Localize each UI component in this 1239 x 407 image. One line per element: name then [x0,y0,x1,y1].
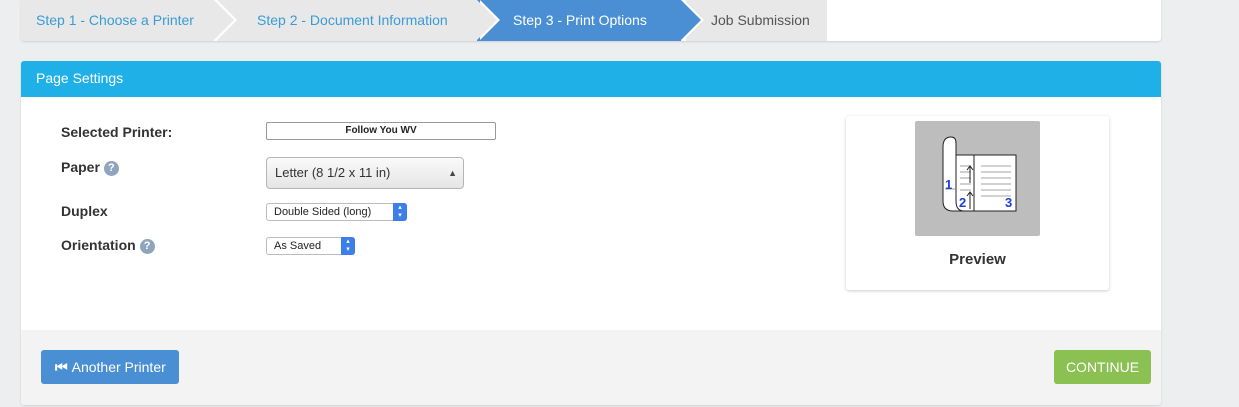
page-number-1: 1 [945,177,952,192]
step-print-options[interactable]: Step 3 - Print Options [477,0,704,41]
booklet-preview-icon: 1 2 3 [942,136,1017,212]
preview-label: Preview [949,251,1006,268]
paper-select[interactable]: Letter (8 1/2 x 11 in) ▲ [266,157,464,189]
skip-back-icon: ⏮ [55,359,68,375]
paper-label: Paper [61,159,100,175]
panel-title: Page Settings [21,61,1161,97]
step-label: Step 1 - Choose a Printer [36,12,194,28]
updown-arrows-icon: ▲ [448,168,457,178]
step-choose-printer[interactable]: Step 1 - Choose a Printer [21,0,237,41]
step-label: Job Submission [711,12,810,28]
duplex-label: Duplex [61,203,108,219]
step-job-submission[interactable]: Job Submission [686,0,827,41]
selected-printer-label: Selected Printer: [61,124,173,140]
orientation-select[interactable]: As Saved ▴ ▾ [266,237,355,255]
paper-select-value: Letter (8 1/2 x 11 in) [275,165,391,180]
panel-footer: ⏮ Another Printer CONTINUE [21,330,1161,405]
orientation-label: Orientation [61,237,136,253]
wizard-steps: Step 1 - Choose a Printer Step 2 - Docum… [21,0,1161,41]
preview-card: 1 2 3 Preview [846,116,1109,290]
help-icon[interactable]: ? [139,238,155,254]
duplex-select[interactable]: Double Sided (long) ▴ ▾ [266,203,407,221]
step-label: Step 3 - Print Options [513,12,647,28]
orientation-select-value: As Saved [274,240,322,252]
page-number-2: 2 [959,195,966,210]
preview-image: 1 2 3 [915,121,1040,236]
paper-label-row: Paper? [61,159,119,176]
step-label: Step 2 - Document Information [257,12,448,28]
page-settings-panel: Page Settings Selected Printer: Follow Y… [21,61,1161,405]
selected-printer-field: Follow You WV [266,122,496,140]
orientation-label-row: Orientation? [61,237,155,254]
continue-button[interactable]: CONTINUE [1054,350,1151,384]
duplex-select-value: Double Sided (long) [274,206,372,218]
step-document-information[interactable]: Step 2 - Document Information [217,0,500,41]
another-printer-label: Another Printer [71,359,166,375]
help-icon[interactable]: ? [103,160,119,176]
page-number-3: 3 [1005,195,1012,210]
another-printer-button[interactable]: ⏮ Another Printer [41,350,179,384]
select-arrows-icon: ▴ ▾ [393,203,407,221]
select-arrows-icon: ▴ ▾ [341,237,355,255]
